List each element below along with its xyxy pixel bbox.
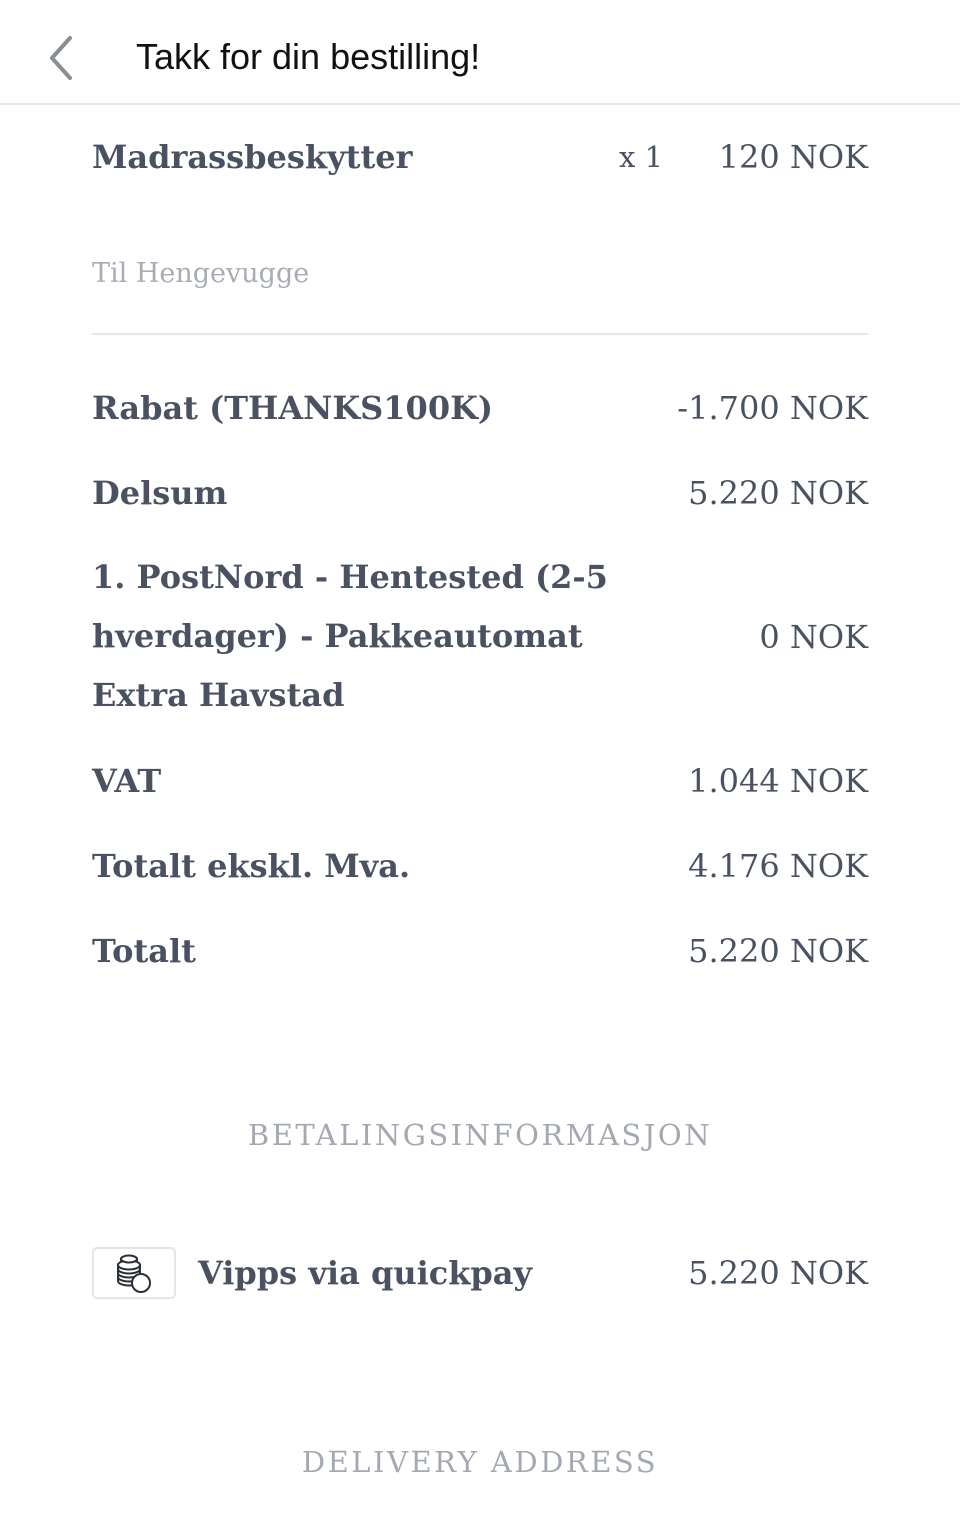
subtotal-label: Delsum [92, 474, 228, 512]
delivery-section-title: DELIVERY ADDRESS [301, 1445, 659, 1479]
shipping-row: 1. PostNord - Hentested (2-5 hverdager) … [92, 548, 868, 725]
payment-method-label: Vipps via quickpay [198, 1254, 533, 1292]
item-quantity: x 1 [619, 140, 664, 174]
shipping-value: 0 NOK [759, 617, 868, 656]
payment-section-title: BETALINGSINFORMASJON [247, 1118, 713, 1152]
divider [92, 333, 868, 335]
item-note: Til Hengevugge [92, 258, 310, 289]
total-value: 5.220 NOK [688, 932, 868, 970]
vat-label: VAT [92, 762, 162, 800]
item-name: Madrassbeskytter [92, 138, 413, 176]
item-price: 120 NOK [718, 138, 868, 176]
excl-vat-row: Totalt ekskl. Mva. 4.176 NOK [92, 843, 868, 889]
coins-icon [117, 1254, 151, 1293]
subtotal-value: 5.220 NOK [688, 474, 868, 512]
total-label: Totalt [92, 932, 196, 970]
discount-label: Rabat (THANKS100K) [92, 389, 494, 427]
vat-value: 1.044 NOK [688, 762, 868, 800]
subtotal-row: Delsum 5.220 NOK [92, 470, 868, 516]
back-button[interactable] [40, 30, 84, 86]
chevron-left-icon [50, 36, 72, 80]
payment-row: Vipps via quickpay 5.220 NOK [92, 1246, 868, 1300]
page-title: Takk for din bestilling! [136, 36, 481, 77]
top-bar: Takk for din bestilling! [0, 0, 960, 105]
payment-amount: 5.220 NOK [688, 1254, 868, 1292]
payment-method: Vipps via quickpay [92, 1247, 532, 1299]
order-item-row: Madrassbeskytter 120 NOK x 1 [92, 134, 868, 180]
payment-icon-box [92, 1247, 176, 1299]
shipping-label: 1. PostNord - Hentested (2-5 hverdager) … [92, 558, 608, 714]
vat-row: VAT 1.044 NOK [92, 758, 868, 804]
excl-vat-label: Totalt ekskl. Mva. [92, 847, 411, 885]
excl-vat-value: 4.176 NOK [688, 847, 868, 885]
total-row: Totalt 5.220 NOK [92, 928, 868, 974]
discount-row: Rabat (THANKS100K) -1.700 NOK [92, 385, 868, 431]
discount-value: -1.700 NOK [677, 389, 868, 427]
